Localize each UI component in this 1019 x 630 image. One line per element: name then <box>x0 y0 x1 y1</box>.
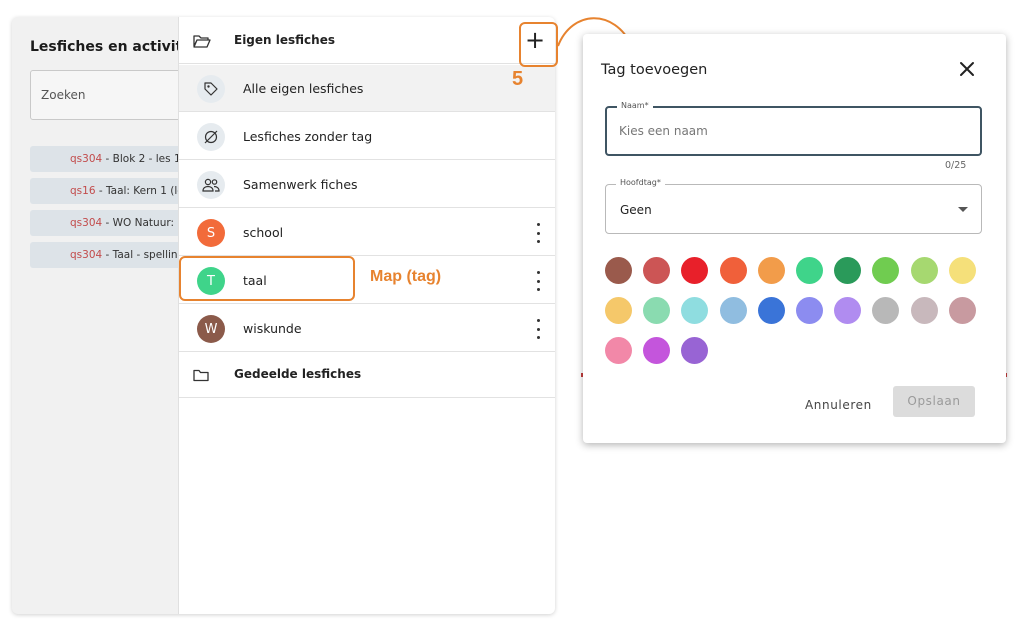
menu-item-all-own[interactable]: Alle eigen lesfiches <box>179 65 555 112</box>
color-swatch[interactable] <box>910 297 938 324</box>
people-icon <box>197 171 225 199</box>
avatar: S <box>197 219 225 247</box>
search-placeholder: Zoeken <box>41 88 86 102</box>
close-icon[interactable] <box>957 59 977 79</box>
tag-label: school <box>243 225 284 240</box>
tag-item-school[interactable]: S school <box>179 209 555 256</box>
search-input[interactable]: Zoeken <box>30 70 190 120</box>
name-input[interactable] <box>619 121 959 141</box>
more-options-icon[interactable] <box>535 319 541 339</box>
color-swatch[interactable] <box>872 257 900 284</box>
list-item[interactable]: qs304 - Blok 2 - les 1 <box>30 146 190 172</box>
color-swatch[interactable] <box>872 297 900 324</box>
list-item[interactable]: qs304 - WO Natuur: D <box>30 210 190 236</box>
add-tag-dialog: Tag toevoegen Naam* 0/25 Hoofdtag* Geen … <box>583 34 1006 443</box>
left-panel: Lesfiches en activiteit Zoeken qs304 - B… <box>12 17 203 614</box>
color-swatch[interactable] <box>605 337 632 364</box>
color-swatch[interactable] <box>681 337 709 364</box>
more-options-icon[interactable] <box>535 223 541 243</box>
menu-item-label: Alle eigen lesfiches <box>243 81 364 96</box>
color-swatch[interactable] <box>719 257 747 284</box>
parent-tag-value: Geen <box>620 203 652 217</box>
lesson-code: qs304 <box>70 249 103 261</box>
color-swatch[interactable] <box>681 297 709 324</box>
lesfiches-app: Lesfiches en activiteit Zoeken qs304 - B… <box>12 17 555 614</box>
color-swatch[interactable] <box>643 297 671 324</box>
lesson-code: qs16 <box>70 185 96 197</box>
folder-open-icon <box>193 33 211 52</box>
name-field: Naam* <box>605 101 982 156</box>
lesson-code: qs304 <box>70 153 103 165</box>
more-options-icon[interactable] <box>535 271 541 291</box>
list-item[interactable]: qs304 - Taal - spellin <box>30 242 190 268</box>
cancel-button[interactable]: Annuleren <box>805 392 872 418</box>
tag-label: wiskunde <box>243 321 302 336</box>
color-swatch[interactable] <box>948 257 976 284</box>
lesson-title: - Taal - spellin <box>102 249 178 261</box>
own-lesfiches-label: Eigen lesfiches <box>234 33 335 47</box>
dialog-title: Tag toevoegen <box>601 62 708 78</box>
color-swatch[interactable] <box>948 297 976 324</box>
color-swatch[interactable] <box>834 297 862 324</box>
shared-lesfiches-label: Gedeelde lesfiches <box>234 367 362 381</box>
shared-lesfiches-header[interactable]: Gedeelde lesfiches <box>179 351 555 398</box>
folder-menu: Eigen lesfiches + Alle eigen lesfiches L… <box>178 17 555 614</box>
name-field-label: Naam* <box>617 101 653 110</box>
color-swatch[interactable] <box>796 297 823 324</box>
chevron-down-icon <box>958 207 968 212</box>
tag-icon <box>197 75 225 103</box>
annotation-highlight-tag <box>179 256 355 301</box>
list-item[interactable]: qs16 - Taal: Kern 1 (le <box>30 178 190 204</box>
lesson-title: - Blok 2 - les 1 <box>102 153 181 165</box>
character-counter: 0/25 <box>945 160 967 171</box>
color-swatch[interactable] <box>910 257 938 284</box>
color-swatch[interactable] <box>605 297 632 324</box>
no-tag-icon <box>197 123 225 151</box>
color-swatch[interactable] <box>643 337 671 364</box>
lesson-title: - Taal: Kern 1 (le <box>95 185 184 197</box>
menu-item-label: Samenwerk fiches <box>243 177 358 192</box>
save-button[interactable]: Opslaan <box>893 386 975 417</box>
tag-item-wiskunde[interactable]: W wiskunde <box>179 305 555 352</box>
parent-tag-label: Hoofdtag* <box>616 178 665 187</box>
color-swatch[interactable] <box>605 257 632 284</box>
own-lesfiches-header[interactable]: Eigen lesfiches + <box>179 17 555 64</box>
color-swatch[interactable] <box>681 257 709 284</box>
color-swatch[interactable] <box>757 257 785 284</box>
menu-item-collab[interactable]: Samenwerk fiches <box>179 161 555 208</box>
color-swatch[interactable] <box>757 297 785 324</box>
color-swatch[interactable] <box>719 297 747 324</box>
menu-item-no-tag[interactable]: Lesfiches zonder tag <box>179 113 555 160</box>
folder-icon <box>193 367 209 386</box>
lesson-title: - WO Natuur: D <box>102 217 186 229</box>
menu-item-label: Lesfiches zonder tag <box>243 129 373 144</box>
annotation-step-number: 5 <box>512 68 524 90</box>
color-swatch[interactable] <box>834 257 862 284</box>
annotation-tag-label: Map (tag) <box>370 268 442 285</box>
color-swatch[interactable] <box>643 257 671 284</box>
parent-tag-select[interactable]: Hoofdtag* Geen <box>605 178 982 234</box>
avatar: W <box>197 315 225 343</box>
lesson-code: qs304 <box>70 217 103 229</box>
color-swatch[interactable] <box>796 257 823 284</box>
